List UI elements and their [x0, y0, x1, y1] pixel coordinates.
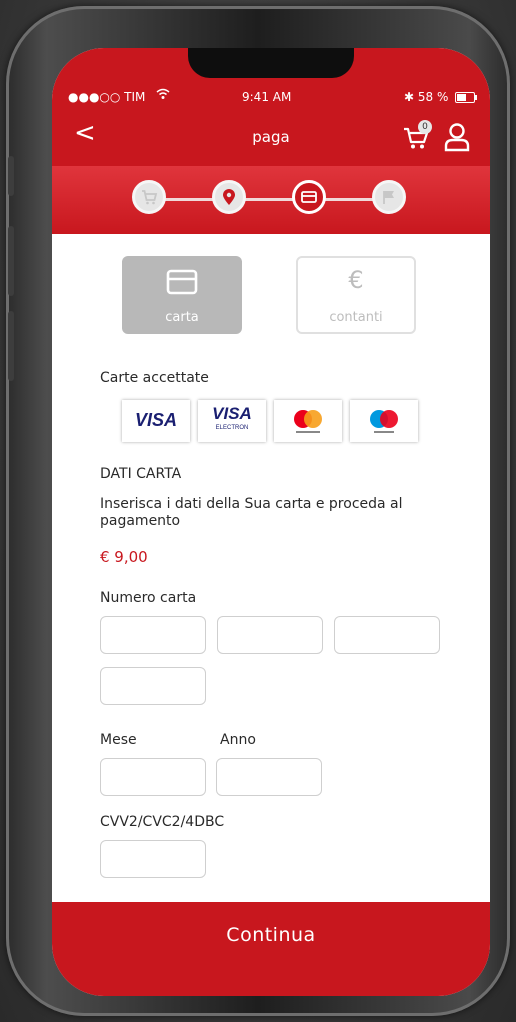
pay-by-card-button[interactable]: carta: [122, 256, 242, 334]
volume-up-button: [8, 226, 14, 296]
cart-count-badge: 0: [418, 120, 432, 134]
visa-logo-text: VISA: [134, 410, 177, 430]
step-address[interactable]: [212, 180, 246, 214]
card-number-field-4[interactable]: [100, 667, 206, 705]
month-label: Mese: [100, 732, 137, 748]
nav-bar: < paga 0: [52, 108, 490, 166]
pay-by-card-label: carta: [165, 310, 199, 325]
clock: 9:41 AM: [242, 90, 292, 104]
card-data-heading: DATI CARTA: [100, 466, 182, 482]
accepted-cards-list: VISA VISA ELECTRON: [122, 400, 422, 444]
user-icon[interactable]: [444, 122, 470, 152]
step-confirm[interactable]: [372, 180, 406, 214]
credit-card-icon: [122, 268, 242, 300]
step-payment[interactable]: [292, 180, 326, 214]
expiry-month-field[interactable]: [100, 758, 206, 796]
mastercard-logo: [274, 400, 342, 442]
expiry-year-field[interactable]: [216, 758, 322, 796]
card-number-field-1[interactable]: [100, 616, 206, 654]
card-number-field-3[interactable]: [334, 616, 440, 654]
battery-icon: [455, 92, 477, 103]
card-data-instruction: Inserisca i dati della Sua carta e proce…: [100, 496, 403, 529]
euro-icon: €: [348, 266, 364, 294]
visa-electron-logo: VISA ELECTRON: [198, 400, 266, 442]
carrier-label: ●●●○○ TIM: [68, 90, 146, 104]
pay-by-cash-label: contanti: [329, 310, 383, 325]
device-notch: [188, 48, 354, 78]
phone-frame: ●●●○○ TIM 9:41 AM ✱ 58 % < paga 0 carta …: [6, 6, 510, 1016]
location-pin-icon: [223, 189, 235, 205]
battery-fill: [457, 94, 467, 101]
battery-percent: ✱ 58 %: [404, 90, 449, 104]
accepted-cards-heading: Carte accettate: [100, 370, 209, 386]
card-number-field-2[interactable]: [217, 616, 323, 654]
pay-by-cash-button[interactable]: € contanti: [296, 256, 416, 334]
cvv-label: CVV2/CVC2/4DBC: [100, 814, 225, 830]
visa-logo: VISA: [122, 400, 190, 442]
wifi-icon: [156, 88, 170, 103]
mute-switch: [8, 156, 14, 196]
card-number-label: Numero carta: [100, 590, 197, 606]
checkout-steps: [52, 166, 490, 234]
maestro-logo: [350, 400, 418, 442]
visa-electron-logo-sub: ELECTRON: [215, 425, 249, 431]
payment-amount: € 9,00: [100, 548, 148, 566]
continue-button[interactable]: Continua: [52, 902, 490, 996]
app-screen: ●●●○○ TIM 9:41 AM ✱ 58 % < paga 0 carta …: [52, 48, 490, 996]
steps-connector: [148, 198, 394, 201]
year-label: Anno: [220, 732, 256, 748]
payment-method-selector: carta € contanti: [52, 256, 490, 336]
visa-electron-logo-text: VISA: [212, 404, 252, 423]
volume-down-button: [8, 311, 14, 381]
cvv-field[interactable]: [100, 840, 206, 878]
credit-card-icon: [301, 191, 317, 203]
cart-icon: [142, 190, 158, 205]
flag-icon: [383, 191, 394, 204]
step-cart[interactable]: [132, 180, 166, 214]
